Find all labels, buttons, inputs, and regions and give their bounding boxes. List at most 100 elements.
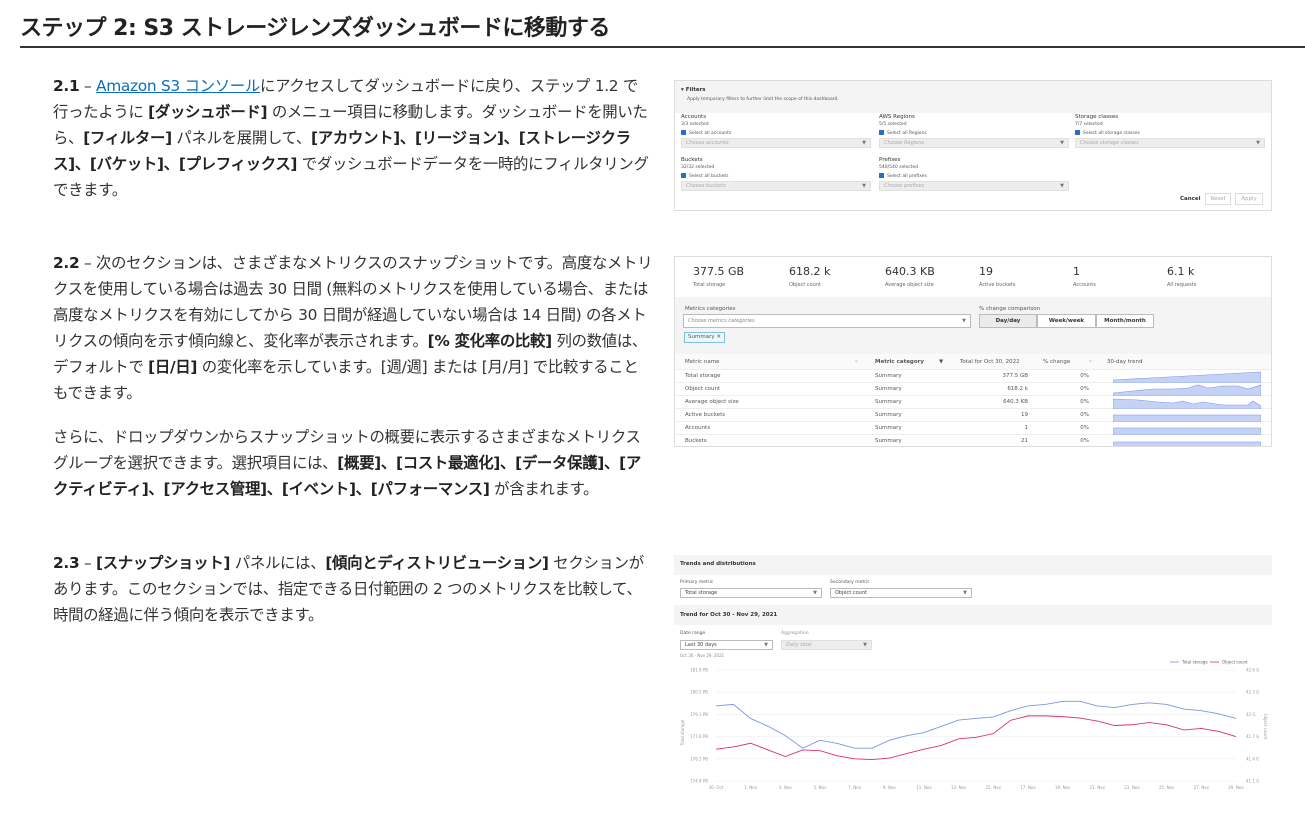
kpi-value: 6.1 k: [1167, 265, 1195, 278]
apply-button[interactable]: Apply: [1235, 193, 1263, 205]
filters-panel-screenshot: ▾ Filters Apply temporary filters to fur…: [674, 80, 1272, 211]
y2-tick-label: 41.7 G: [1246, 734, 1259, 739]
page-title: ステップ 2: S3 ストレージレンズダッシュボードに移動する: [20, 16, 610, 41]
summary-chip[interactable]: Summary ✕: [684, 332, 725, 343]
trends-screenshot: Trends and distributions Primary metric …: [674, 555, 1272, 795]
select-all-checkbox[interactable]: Select all buckets: [681, 173, 729, 179]
metric-change: 0%: [1080, 386, 1089, 392]
col-trend: 30-day trend: [1107, 359, 1143, 365]
y-tick-label: 177.6 PB: [690, 734, 708, 739]
metric-name: Total storage: [685, 373, 721, 379]
cancel-button[interactable]: Cancel: [1180, 196, 1201, 202]
filter-select[interactable]: Choose Regions ▼: [879, 138, 1069, 148]
sort-icon[interactable]: ▿: [1089, 354, 1092, 370]
filter-select[interactable]: Choose storage classes ▼: [1075, 138, 1265, 148]
placeholder: Choose storage classes: [1080, 140, 1139, 146]
filter-label: Storage classes: [1075, 114, 1119, 120]
checkbox-checked-icon[interactable]: [879, 173, 884, 178]
week-week-toggle[interactable]: Week/week: [1037, 314, 1096, 328]
metric-total: 1: [1024, 425, 1029, 431]
placeholder: Choose metrics categories: [688, 318, 755, 324]
kpi-label: Object count: [789, 282, 821, 288]
day-day-toggle[interactable]: Day/day: [979, 314, 1037, 328]
month-month-toggle[interactable]: Month/month: [1096, 314, 1154, 328]
sparkline: [1113, 398, 1261, 409]
checkbox-label: Select all accounts: [689, 131, 732, 136]
col-metric-name[interactable]: Metric name: [685, 354, 719, 370]
select-all-checkbox[interactable]: Select all storage classes: [1075, 130, 1140, 136]
filter-count: 32/32 selected: [681, 165, 715, 170]
checkbox-checked-icon[interactable]: [1075, 130, 1080, 135]
select-all-checkbox[interactable]: Select all Regions: [879, 130, 927, 136]
text: が含まれます。: [489, 480, 599, 498]
placeholder: Choose accounts: [686, 140, 729, 146]
y2-tick-label: 42.6 G: [1246, 668, 1259, 673]
bold-text: [ダッシュボード]: [148, 103, 268, 121]
text: パネルには、: [230, 554, 326, 572]
checkbox-checked-icon[interactable]: [681, 130, 686, 135]
x-tick-label: 11. Nov: [916, 785, 932, 790]
checkbox-label: Select all prefixes: [887, 174, 927, 179]
x-tick-label: 23. Nov: [1124, 785, 1140, 790]
bold-text: [傾向とディストリビューション]: [325, 554, 549, 572]
metric-change: 0%: [1080, 399, 1089, 405]
bold-text: [% 変化率の比較]: [427, 332, 553, 350]
filter-select[interactable]: Choose prefixes ▼: [879, 181, 1069, 191]
sort-icon[interactable]: ▿: [855, 354, 858, 370]
filters-toggle[interactable]: ▾ Filters: [681, 87, 706, 93]
x-tick-label: 7. Nov: [848, 785, 862, 790]
y-axis-title: Total storage: [680, 719, 685, 746]
kpi-label: Average object size: [885, 282, 934, 288]
metric-category: Summary: [875, 438, 902, 444]
filter-label: Accounts: [681, 114, 707, 120]
x-tick-label: 19. Nov: [1055, 785, 1071, 790]
caret-down-icon: ▼: [962, 318, 966, 324]
col-metric-category[interactable]: Metric category: [875, 354, 924, 370]
filter-label: AWS Regions: [879, 114, 915, 120]
table-row: Object count Summary 618.2 k 0%: [675, 383, 1271, 396]
step-2-3-paragraph: 2.3 – [スナップショット] パネルには、[傾向とディストリビューション] …: [53, 550, 653, 628]
y-tick-label: 180.5 PB: [690, 690, 708, 695]
metric-total: 640.3 KB: [1003, 399, 1028, 405]
y2-tick-label: 42.3 G: [1246, 690, 1259, 695]
text: パネルを展開して、: [171, 129, 311, 147]
filter-label: Prefixes: [879, 157, 901, 163]
col-total[interactable]: Total for Oct 30, 2022: [960, 354, 1020, 370]
checkbox-checked-icon[interactable]: [879, 130, 884, 135]
x-tick-label: 13. Nov: [951, 785, 967, 790]
metrics-categories-select[interactable]: Choose metrics categories ▼: [683, 314, 971, 328]
filter-select[interactable]: Choose buckets ▼: [681, 181, 871, 191]
col-change[interactable]: % change: [1043, 354, 1070, 370]
filter-count: 5/5 selected: [879, 122, 907, 127]
kpi-value: 377.5 GB: [693, 265, 745, 278]
step-number: 2.1: [53, 77, 80, 95]
reset-button[interactable]: Reset: [1205, 193, 1231, 205]
metric-total: 377.5 GB: [1002, 373, 1028, 379]
step-number: 2.2: [53, 254, 80, 272]
metric-change: 0%: [1080, 412, 1089, 418]
sparkline: [1113, 384, 1261, 396]
checkbox-checked-icon[interactable]: [681, 173, 686, 178]
select-all-checkbox[interactable]: Select all prefixes: [879, 173, 927, 179]
caret-down-icon: ▼: [862, 183, 866, 189]
caret-down-icon: ▼: [1060, 140, 1064, 146]
metric-change: 0%: [1080, 438, 1089, 444]
s3-console-link[interactable]: Amazon S3 コンソール: [96, 77, 260, 95]
metric-category: Summary: [875, 425, 902, 431]
kpi-label: Active buckets: [979, 282, 1016, 288]
sort-icon[interactable]: ▼: [939, 354, 943, 370]
filters-subtitle: Apply temporary filters to further limit…: [687, 97, 839, 102]
x-tick-label: 30. Oct: [709, 785, 724, 790]
select-all-checkbox[interactable]: Select all accounts: [681, 130, 731, 136]
sparkline: [1113, 414, 1261, 422]
bold-text: [日/日]: [148, 358, 198, 376]
y-tick-label: 179.1 PB: [690, 712, 708, 717]
series-line-total-storage: [715, 700, 1237, 749]
metric-category: Summary: [875, 412, 902, 418]
filter-select[interactable]: Choose accounts ▼: [681, 138, 871, 148]
step-2-2-paragraph: 2.2 – 次のセクションは、さまざまなメトリクスのスナップショットです。高度な…: [53, 250, 653, 406]
close-icon[interactable]: ✕: [716, 334, 721, 340]
y-tick-label: 176.2 PB: [690, 756, 708, 761]
series-line-object-count: [715, 715, 1237, 760]
checkbox-label: Select all storage classes: [1083, 131, 1140, 136]
